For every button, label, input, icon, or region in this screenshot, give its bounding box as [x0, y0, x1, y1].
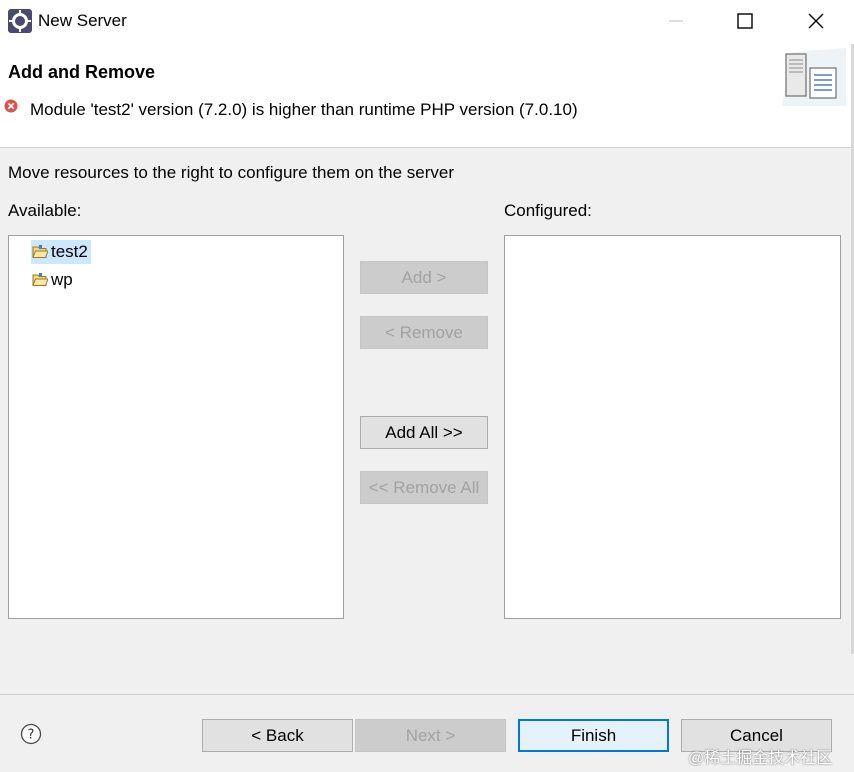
watermark: @稀土掘金技术社区	[688, 750, 833, 767]
close-icon	[808, 13, 824, 29]
page-title: Add and Remove	[8, 62, 156, 82]
maximize-button[interactable]	[715, 0, 775, 42]
server-wizard-icon	[782, 48, 846, 106]
svg-text:?: ?	[28, 728, 35, 743]
project-folder-icon	[32, 245, 48, 258]
back-button[interactable]: < Back	[202, 719, 353, 752]
configured-label: Configured:	[504, 201, 592, 220]
help-icon[interactable]: ?	[20, 723, 42, 745]
list-item-test2[interactable]: test2	[31, 240, 91, 264]
add-all-button[interactable]: Add All >>	[360, 416, 488, 449]
list-item-label: test2	[51, 242, 88, 261]
instructions-text: Move resources to the right to configure…	[8, 163, 455, 182]
close-button[interactable]	[786, 0, 846, 42]
list-item-wp[interactable]: wp	[31, 268, 76, 292]
remove-button[interactable]: < Remove	[360, 316, 488, 349]
wizard-header	[0, 44, 854, 148]
configured-list[interactable]	[504, 235, 841, 619]
error-message: Module 'test2' version (7.2.0) is higher…	[30, 100, 578, 119]
finish-button[interactable]: Finish	[518, 719, 669, 752]
window-title: New Server	[38, 11, 127, 30]
add-button[interactable]: Add >	[360, 261, 488, 294]
minimize-button[interactable]	[646, 0, 706, 42]
available-list[interactable]: test2 wp	[8, 235, 344, 619]
minimize-icon	[669, 20, 683, 22]
footer-separator	[0, 694, 854, 695]
maximize-icon	[737, 13, 753, 29]
next-button[interactable]: Next >	[355, 719, 506, 752]
available-label: Available:	[8, 201, 82, 220]
project-folder-icon	[32, 273, 48, 286]
remove-all-button[interactable]: << Remove All	[360, 471, 488, 504]
error-icon	[4, 98, 18, 113]
list-item-label: wp	[51, 270, 73, 289]
eclipse-app-icon	[8, 9, 32, 33]
